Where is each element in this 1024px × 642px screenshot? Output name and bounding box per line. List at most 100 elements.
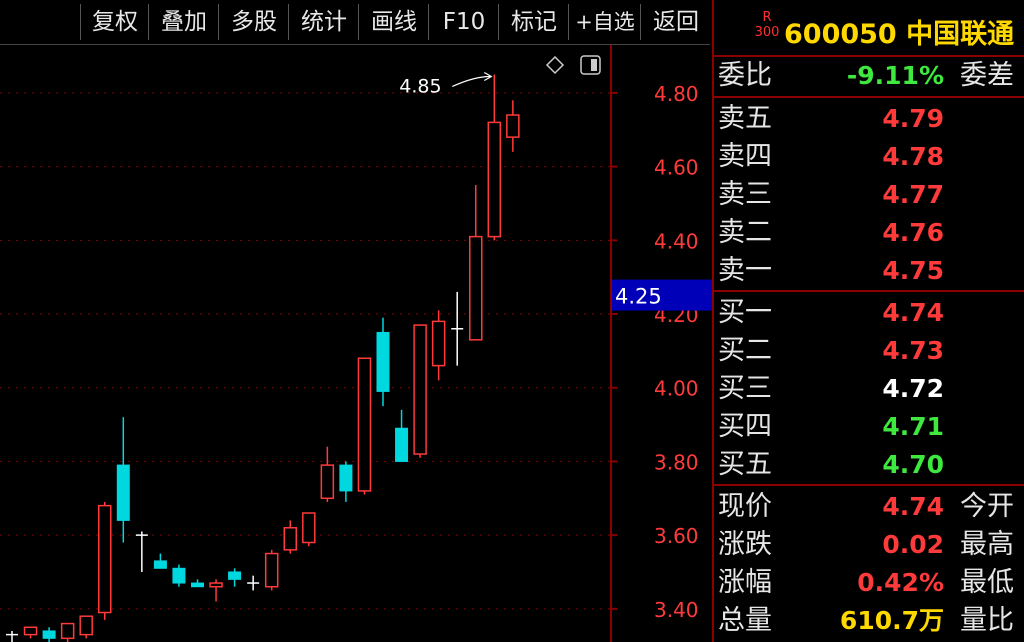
- stat-label: 现价: [718, 491, 772, 522]
- y-tick-label: 4.40: [654, 229, 699, 253]
- ask-label: 卖四: [718, 141, 772, 172]
- stat-tail-label: 量比: [960, 605, 1014, 636]
- y-tick-label: 3.80: [654, 450, 699, 474]
- ask-value: 4.78: [882, 142, 944, 171]
- bid-label: 买一: [718, 297, 772, 328]
- stat-row[interactable]: 总量 610.7万 量比: [714, 602, 1024, 639]
- ask-row[interactable]: 卖四 4.78: [714, 138, 1024, 175]
- toolbar-restore-rights-button[interactable]: 复权: [80, 4, 149, 40]
- toolbar-overlay-button[interactable]: 叠加: [148, 4, 219, 40]
- separator: [714, 96, 1024, 98]
- candlestick-chart[interactable]: 4.804.604.404.204.003.803.603.40 4.85 4.…: [0, 45, 712, 642]
- candle-body: [283, 527, 297, 551]
- ask-row[interactable]: 卖二 4.76: [714, 214, 1024, 251]
- candle-body: [98, 504, 112, 614]
- candle-body: [320, 464, 335, 500]
- y-tick-label: 4.00: [654, 377, 699, 401]
- toolbar-back-button[interactable]: 返回: [640, 4, 711, 40]
- bid-row[interactable]: 买四 4.71: [714, 408, 1024, 445]
- stat-value: 0.02: [882, 530, 944, 559]
- commission-diff-label: 委差: [960, 60, 1014, 91]
- y-tick-label: 4.80: [654, 82, 699, 106]
- bid-label: 买二: [718, 335, 772, 366]
- y-tick-label: 4.60: [654, 156, 699, 180]
- toolbar-draw-line-button[interactable]: 画线: [358, 4, 429, 40]
- candle-body: [23, 626, 38, 636]
- candle-body: [153, 560, 167, 569]
- candle-body: [79, 615, 93, 636]
- stat-tail-label: 最高: [960, 529, 1014, 560]
- bid-row[interactable]: 买五 4.70: [714, 446, 1024, 483]
- stat-value: 610.7万: [839, 606, 944, 635]
- toolbar-f10-button[interactable]: F10: [428, 4, 499, 40]
- candle-body: [357, 357, 372, 492]
- bid-label: 买四: [718, 411, 772, 442]
- toolbar-multi-stock-button[interactable]: 多股: [218, 4, 289, 40]
- stat-value: 4.74: [882, 492, 944, 521]
- current-price-marker: 4.25: [612, 279, 712, 311]
- bid-label: 买三: [718, 373, 772, 404]
- current-price-label: 4.25: [615, 285, 662, 309]
- stock-header: R 300 600050 中国联通: [714, 0, 1024, 57]
- candle[interactable]: [98, 501, 112, 620]
- commission-ratio-label: 委比: [718, 60, 772, 91]
- commission-ratio-row: 委比 -9.11% 委差: [714, 57, 1024, 94]
- bid-row[interactable]: 买二 4.73: [714, 332, 1024, 369]
- stat-row[interactable]: 现价 4.74 今开: [714, 488, 1024, 525]
- stock-code-name: 600050 中国联通: [784, 12, 1014, 51]
- candle[interactable]: [264, 549, 279, 591]
- candle-body: [339, 464, 353, 492]
- badge-top-text: R: [762, 10, 772, 25]
- stat-label: 涨幅: [718, 567, 772, 598]
- candle-body: [302, 512, 316, 544]
- bid-row[interactable]: 买三 4.72: [714, 370, 1024, 407]
- stat-label: 总量: [718, 605, 772, 636]
- ask-label: 卖三: [718, 179, 772, 210]
- candle-body: [469, 235, 483, 341]
- candle-body: [506, 114, 520, 138]
- candle-body: [413, 324, 427, 455]
- ask-row[interactable]: 卖五 4.79: [714, 100, 1024, 137]
- candle-body: [376, 331, 390, 392]
- bid-label: 买五: [718, 449, 772, 480]
- stat-label: 涨跌: [718, 529, 772, 560]
- ask-value: 4.76: [882, 218, 944, 247]
- candle-body: [60, 622, 75, 640]
- ask-row[interactable]: 卖三 4.77: [714, 176, 1024, 213]
- candle[interactable]: [302, 512, 316, 547]
- candle-body: [431, 320, 446, 367]
- stat-tail-label: 最低: [960, 567, 1014, 598]
- ask-row[interactable]: 卖一 4.75: [714, 252, 1024, 289]
- ask-label: 卖五: [718, 103, 772, 134]
- toolbar-mark-button[interactable]: 标记: [498, 4, 569, 40]
- candle[interactable]: [357, 357, 372, 495]
- ask-label: 卖二: [718, 217, 772, 248]
- separator: [714, 484, 1024, 486]
- ask-value: 4.75: [882, 256, 944, 285]
- candle[interactable]: [172, 564, 186, 587]
- stat-value: 0.42%: [857, 568, 944, 597]
- stock-name: 中国联通: [906, 19, 1015, 50]
- bid-row[interactable]: 买一 4.74: [714, 294, 1024, 331]
- ask-value: 4.79: [882, 104, 944, 133]
- candle[interactable]: [413, 324, 427, 458]
- candle-body: [395, 427, 409, 462]
- quote-panel: R 300 600050 中国联通 委比 -9.11% 委差 卖五 4.79 卖四 4…: [712, 0, 1024, 642]
- candle-body: [264, 552, 279, 588]
- stat-row[interactable]: 涨跌 0.02 最高: [714, 526, 1024, 563]
- candle-body: [172, 567, 186, 584]
- y-tick-label: 3.40: [654, 598, 699, 622]
- stat-row[interactable]: 涨幅 0.42% 最低: [714, 564, 1024, 601]
- chart-toolbar: 复权 叠加 多股 统计 画线 F10 标记 +自选 返回: [0, 0, 710, 45]
- bid-value: 4.72: [882, 374, 944, 403]
- candle-body: [228, 571, 242, 580]
- candle[interactable]: [79, 615, 93, 639]
- candle-body: [209, 582, 223, 588]
- candle-body: [42, 630, 56, 639]
- stat-tail-label: 今开: [960, 491, 1014, 522]
- ask-value: 4.77: [882, 180, 944, 209]
- bid-value: 4.74: [882, 298, 944, 327]
- bid-value: 4.70: [882, 450, 944, 479]
- toolbar-add-watchlist-button[interactable]: +自选: [568, 4, 641, 40]
- toolbar-statistics-button[interactable]: 统计: [288, 4, 359, 40]
